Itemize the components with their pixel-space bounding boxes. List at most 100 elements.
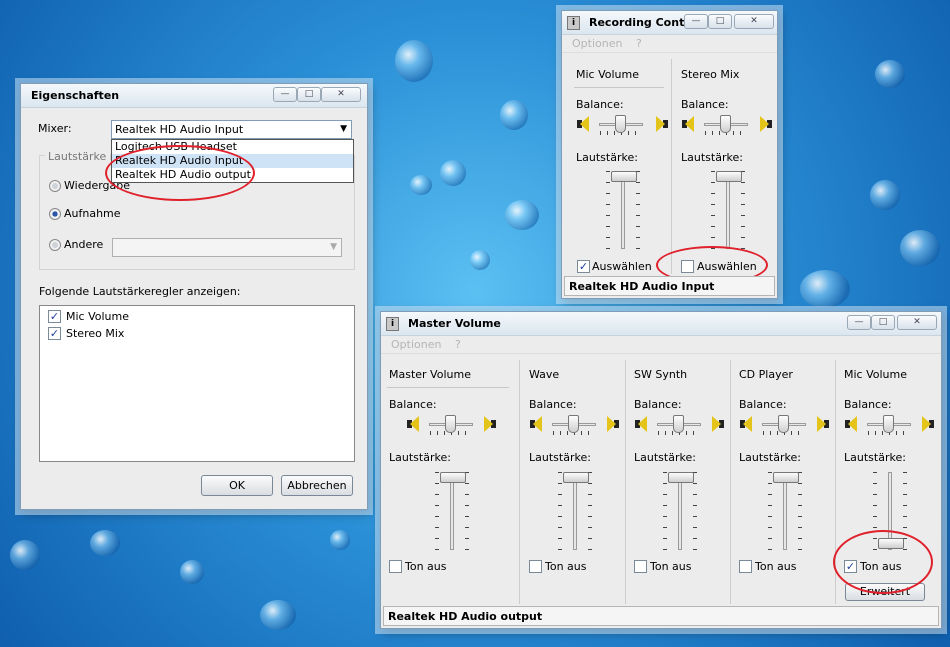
background-drop bbox=[260, 600, 296, 630]
balance-slider[interactable] bbox=[429, 415, 473, 435]
close-icon[interactable]: ✕ bbox=[734, 14, 774, 29]
mute-checkbox[interactable]: ✓ bbox=[844, 560, 857, 573]
background-drop bbox=[395, 40, 433, 82]
volume-slider[interactable] bbox=[873, 470, 907, 554]
speaker-left-icon bbox=[407, 416, 421, 432]
divider bbox=[387, 387, 509, 388]
menu-help[interactable]: ? bbox=[455, 338, 461, 351]
balance-label: Balance: bbox=[739, 398, 787, 411]
channel-separator bbox=[835, 360, 836, 604]
speaker-left-icon bbox=[530, 416, 544, 432]
balance-slider[interactable] bbox=[657, 415, 701, 435]
minimize-icon[interactable]: — bbox=[847, 315, 871, 330]
list-item: Mic Volume bbox=[66, 310, 130, 323]
speaker-right-icon bbox=[920, 416, 934, 432]
cancel-button[interactable]: Abbrechen bbox=[281, 475, 353, 496]
close-icon[interactable]: ✕ bbox=[897, 315, 937, 330]
balance-label: Balance: bbox=[681, 98, 729, 111]
status-bar: Realtek HD Audio output bbox=[383, 606, 939, 626]
channel-name: SW Synth bbox=[634, 368, 688, 381]
speaker-left-icon bbox=[577, 116, 591, 132]
list-checkbox[interactable]: ✓ bbox=[48, 327, 61, 340]
background-drop bbox=[90, 530, 120, 556]
volume-slider[interactable] bbox=[606, 169, 640, 253]
master-volume-window: i Master Volume — □ ✕ Optionen ? Master … bbox=[380, 311, 942, 629]
volume-label: Lautstärke: bbox=[389, 451, 451, 464]
speaker-right-icon bbox=[482, 416, 496, 432]
properties-titlebar: Eigenschaften — □ ✕ bbox=[21, 84, 367, 108]
volume-slider[interactable] bbox=[663, 470, 697, 554]
volume-slider[interactable] bbox=[558, 470, 592, 554]
volume-slider[interactable] bbox=[768, 470, 802, 554]
background-drop bbox=[900, 230, 940, 266]
controls-list: ✓ Mic Volume ✓ Stereo Mix bbox=[39, 305, 355, 462]
radio-other[interactable] bbox=[49, 239, 61, 251]
background-drop bbox=[470, 250, 490, 270]
volume-label: Lautstärke: bbox=[681, 151, 743, 164]
ok-button[interactable]: OK bbox=[201, 475, 273, 496]
channel-name: Mic Volume bbox=[844, 368, 908, 381]
other-device-select[interactable]: ▼ bbox=[112, 238, 342, 257]
mute-checkbox[interactable] bbox=[634, 560, 647, 573]
balance-label: Balance: bbox=[634, 398, 682, 411]
mute-checkbox[interactable] bbox=[529, 560, 542, 573]
mixer-option[interactable]: Realtek HD Audio Input bbox=[112, 154, 353, 168]
maximize-icon[interactable]: □ bbox=[871, 315, 895, 330]
balance-slider[interactable] bbox=[704, 115, 748, 135]
list-checkbox[interactable]: ✓ bbox=[48, 310, 61, 323]
advanced-button[interactable]: Erweitert bbox=[845, 583, 925, 601]
channel-separator bbox=[519, 360, 520, 604]
balance-label: Balance: bbox=[529, 398, 577, 411]
balance-slider[interactable] bbox=[762, 415, 806, 435]
balance-label: Balance: bbox=[389, 398, 437, 411]
balance-slider[interactable] bbox=[599, 115, 643, 135]
speaker-right-icon bbox=[654, 116, 668, 132]
mixer-label: Mixer: bbox=[38, 122, 72, 135]
menu-help[interactable]: ? bbox=[636, 37, 642, 50]
mixer-option[interactable]: Realtek HD Audio output bbox=[112, 168, 353, 182]
chevron-down-icon[interactable]: ▼ bbox=[330, 242, 337, 252]
background-drop bbox=[505, 200, 539, 230]
app-icon: i bbox=[386, 317, 399, 331]
channel-separator bbox=[671, 59, 672, 274]
speaker-right-icon bbox=[710, 416, 724, 432]
channel-name: Stereo Mix bbox=[681, 68, 740, 81]
mixer-select[interactable]: Realtek HD Audio Input ▼ bbox=[111, 120, 352, 139]
status-bar: Realtek HD Audio Input bbox=[564, 276, 775, 296]
mute-checkbox[interactable] bbox=[739, 560, 752, 573]
balance-slider[interactable] bbox=[867, 415, 911, 435]
background-drop bbox=[180, 560, 204, 584]
volume-label: Lautstärke: bbox=[529, 451, 591, 464]
balance-label: Balance: bbox=[844, 398, 892, 411]
master-titlebar: i Master Volume — □ ✕ bbox=[381, 312, 941, 336]
balance-slider[interactable] bbox=[552, 415, 596, 435]
select-label: Auswählen bbox=[697, 260, 757, 273]
background-drop bbox=[10, 540, 40, 570]
menu-options[interactable]: Optionen bbox=[572, 37, 622, 50]
channel-name: Wave bbox=[529, 368, 560, 381]
radio-playback[interactable] bbox=[49, 180, 61, 192]
close-icon[interactable]: ✕ bbox=[321, 87, 361, 102]
mixer-option[interactable]: Logitech USB Headset bbox=[112, 140, 353, 154]
volume-label: Lautstärke: bbox=[634, 451, 696, 464]
maximize-icon[interactable]: □ bbox=[297, 87, 321, 102]
mute-checkbox[interactable] bbox=[389, 560, 402, 573]
menu-options[interactable]: Optionen bbox=[391, 338, 441, 351]
background-drop bbox=[440, 160, 466, 186]
chevron-down-icon[interactable]: ▼ bbox=[340, 124, 347, 134]
volume-label: Lautstärke: bbox=[576, 151, 638, 164]
maximize-icon[interactable]: □ bbox=[708, 14, 732, 29]
volume-slider[interactable] bbox=[711, 169, 745, 253]
minimize-icon[interactable]: — bbox=[684, 14, 708, 29]
mute-label: Ton aus bbox=[545, 560, 587, 573]
channel-separator bbox=[730, 360, 731, 604]
volume-slider[interactable] bbox=[435, 470, 469, 554]
select-checkbox[interactable] bbox=[681, 260, 694, 273]
select-label: Auswählen bbox=[592, 260, 652, 273]
select-checkbox[interactable]: ✓ bbox=[577, 260, 590, 273]
recording-title: Recording Cont... bbox=[589, 16, 697, 29]
mute-label: Ton aus bbox=[860, 560, 902, 573]
channel-name: CD Player bbox=[739, 368, 793, 381]
minimize-icon[interactable]: — bbox=[273, 87, 297, 102]
radio-record[interactable] bbox=[49, 208, 61, 220]
